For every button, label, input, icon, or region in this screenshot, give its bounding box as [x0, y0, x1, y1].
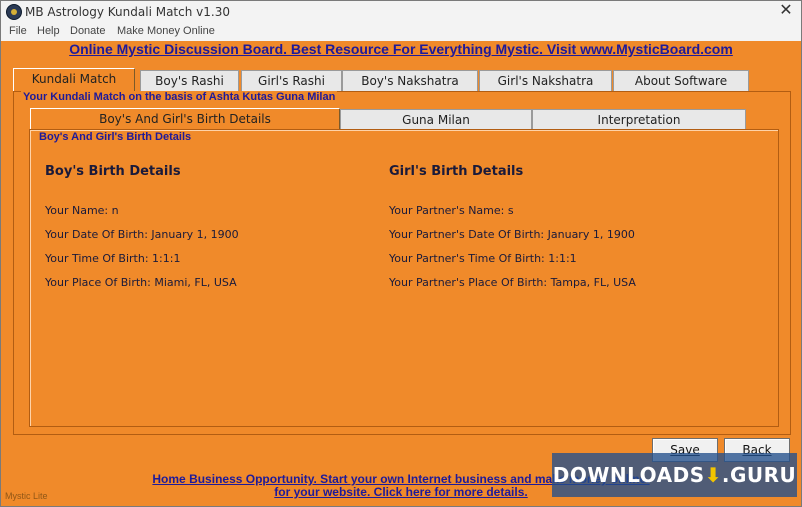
mystic-board-link[interactable]: Online Mystic Discussion Board. Best Res… [1, 41, 801, 57]
window-title: MB Astrology Kundali Match v1.30 [25, 5, 230, 19]
boy-heading: Boy's Birth Details [45, 164, 181, 179]
subtab-birth-details[interactable]: Boy's And Girl's Birth Details [30, 108, 340, 131]
download-arrow-icon: ⬇ [704, 463, 722, 487]
girl-date-of-birth: Your Partner's Date Of Birth: January 1,… [389, 228, 635, 241]
watermark-text: DOWNLOADS [552, 463, 705, 487]
corner-mark: Mystic Lite [5, 491, 48, 501]
girl-place-of-birth: Your Partner's Place Of Birth: Tampa, FL… [389, 276, 636, 289]
close-icon[interactable]: ✕ [777, 2, 795, 20]
inner-group-title: Boy's And Girl's Birth Details [37, 131, 194, 143]
tab-kundali-match[interactable]: Kundali Match [13, 68, 135, 92]
tab-about-software[interactable]: About Software [613, 70, 749, 91]
menu-donate[interactable]: Donate [70, 25, 105, 37]
subtab-guna-milan[interactable]: Guna Milan [340, 109, 532, 131]
app-logo-icon [6, 4, 22, 20]
watermark-suffix: .GURU [721, 463, 797, 487]
boy-time-of-birth: Your Time Of Birth: 1:1:1 [45, 252, 181, 265]
boy-place-of-birth: Your Place Of Birth: Miami, FL, USA [45, 276, 237, 289]
menu-help[interactable]: Help [37, 25, 60, 37]
app-window: MB Astrology Kundali Match v1.30 ✕ File … [0, 0, 802, 507]
group-title: Your Kundali Match on the basis of Ashta… [21, 91, 338, 103]
girl-heading: Girl's Birth Details [389, 164, 524, 179]
boy-name: Your Name: n [45, 204, 119, 217]
subtab-interpretation[interactable]: Interpretation [532, 109, 746, 131]
downloads-guru-watermark: DOWNLOADS⬇.GURU [552, 453, 797, 497]
menu-file[interactable]: File [9, 25, 27, 37]
girl-time-of-birth: Your Partner's Time Of Birth: 1:1:1 [389, 252, 577, 265]
tab-girls-rashi[interactable]: Girl's Rashi [241, 70, 342, 91]
tab-boys-nakshatra[interactable]: Boy's Nakshatra [342, 70, 478, 91]
menu-bar: File Help Donate Make Money Online [1, 23, 801, 41]
tab-girls-nakshatra[interactable]: Girl's Nakshatra [479, 70, 612, 91]
girl-name: Your Partner's Name: s [389, 204, 514, 217]
menu-make-money-online[interactable]: Make Money Online [117, 25, 215, 37]
title-bar: MB Astrology Kundali Match v1.30 ✕ [1, 1, 801, 24]
tab-boys-rashi[interactable]: Boy's Rashi [140, 70, 239, 91]
boy-date-of-birth: Your Date Of Birth: January 1, 1900 [45, 228, 239, 241]
